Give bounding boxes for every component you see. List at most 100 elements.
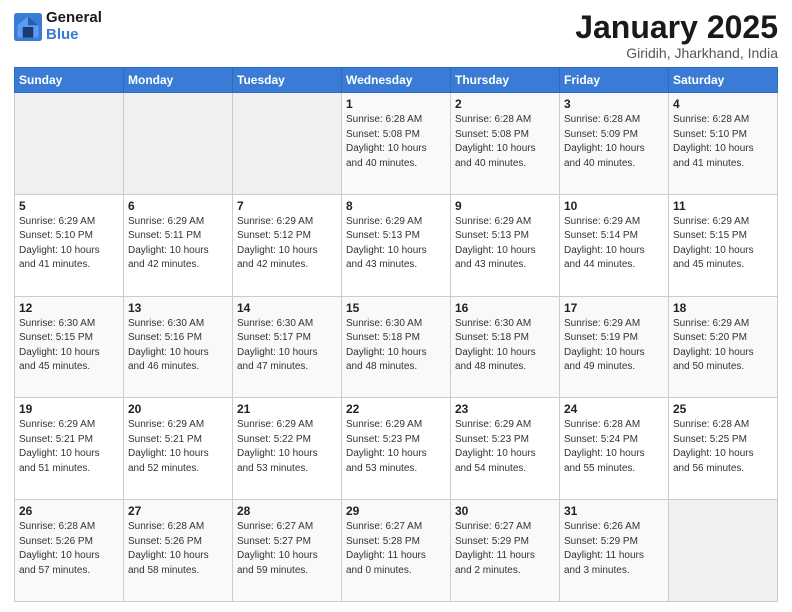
day-number: 20 bbox=[128, 402, 228, 416]
calendar-cell: 30 Sunrise: 6:27 AM Sunset: 5:29 PM Dayli… bbox=[451, 500, 560, 602]
day-number: 11 bbox=[673, 199, 773, 213]
calendar-cell: 11 Sunrise: 6:29 AM Sunset: 5:15 PM Dayli… bbox=[669, 194, 778, 296]
weekday-header-wednesday: Wednesday bbox=[342, 68, 451, 93]
day-number: 15 bbox=[346, 301, 446, 315]
day-info: Sunrise: 6:29 AM Sunset: 5:13 PM Dayligh… bbox=[455, 215, 555, 273]
day-number: 13 bbox=[128, 301, 228, 315]
day-number: 27 bbox=[128, 504, 228, 518]
day-info: Sunrise: 6:28 AM Sunset: 5:24 PM Dayligh… bbox=[564, 418, 664, 476]
day-info: Sunrise: 6:26 AM Sunset: 5:29 PM Dayligh… bbox=[564, 520, 664, 578]
day-info: Sunrise: 6:28 AM Sunset: 5:26 PM Dayligh… bbox=[128, 520, 228, 578]
calendar-cell bbox=[669, 500, 778, 602]
calendar-cell: 31 Sunrise: 6:26 AM Sunset: 5:29 PM Dayli… bbox=[560, 500, 669, 602]
day-info: Sunrise: 6:28 AM Sunset: 5:10 PM Dayligh… bbox=[673, 113, 773, 171]
calendar-cell: 19Sunrise: 6:29 AM Sunset: 5:21 PM Dayli… bbox=[15, 398, 124, 500]
day-number: 21 bbox=[237, 402, 337, 416]
day-number: 24 bbox=[564, 402, 664, 416]
day-info: Sunrise: 6:29 AM Sunset: 5:14 PM Dayligh… bbox=[564, 215, 664, 273]
calendar-cell: 10 Sunrise: 6:29 AM Sunset: 5:14 PM Dayli… bbox=[560, 194, 669, 296]
day-number: 19 bbox=[19, 402, 119, 416]
day-info: Sunrise: 6:29 AM Sunset: 5:23 PM Dayligh… bbox=[455, 418, 555, 476]
day-number: 7 bbox=[237, 199, 337, 213]
calendar-cell: 25 Sunrise: 6:28 AM Sunset: 5:25 PM Dayli… bbox=[669, 398, 778, 500]
day-number: 28 bbox=[237, 504, 337, 518]
calendar-cell: 28 Sunrise: 6:27 AM Sunset: 5:27 PM Dayli… bbox=[233, 500, 342, 602]
calendar-cell: 27 Sunrise: 6:28 AM Sunset: 5:26 PM Dayli… bbox=[124, 500, 233, 602]
day-number: 5 bbox=[19, 199, 119, 213]
calendar-week-row: 5 Sunrise: 6:29 AM Sunset: 5:10 PM Daylig… bbox=[15, 194, 778, 296]
calendar-week-row: 19 Sunrise: 6:29 AM Sunset: 5:21 PM Dayli… bbox=[15, 398, 778, 500]
calendar-cell: 6Sunrise: 6:29 AM Sunset: 5:11 PM Daylig… bbox=[124, 194, 233, 296]
day-info: Sunrise: 6:29 AM Sunset: 5:20 PM Dayligh… bbox=[673, 317, 773, 375]
calendar-cell bbox=[124, 93, 233, 195]
logo: General Blue bbox=[14, 10, 102, 43]
calendar-cell bbox=[15, 93, 124, 195]
logo-text-block: General Blue bbox=[46, 10, 102, 43]
calendar-cell: 5 Sunrise: 6:29 AM Sunset: 5:10 PM Daylig… bbox=[15, 194, 124, 296]
day-info: Sunrise: 6:28 AM Sunset: 5:09 PM Dayligh… bbox=[564, 113, 664, 171]
day-info: Sunrise: 6:28 AM Sunset: 5:25 PM Dayligh… bbox=[673, 418, 773, 476]
logo-blue: Blue bbox=[46, 26, 79, 43]
day-number: 18 bbox=[673, 301, 773, 315]
day-info: Sunrise: 6:29 AM Sunset: 5:11 PM Dayligh… bbox=[128, 215, 228, 273]
calendar-cell: 18 Sunrise: 6:29 AM Sunset: 5:20 PM Dayli… bbox=[669, 296, 778, 398]
calendar-cell: 9 Sunrise: 6:29 AM Sunset: 5:13 PM Daylig… bbox=[451, 194, 560, 296]
day-number: 25 bbox=[673, 402, 773, 416]
day-info: Sunrise: 6:29 AM Sunset: 5:12 PM Dayligh… bbox=[237, 215, 337, 273]
logo-icon bbox=[14, 13, 42, 41]
header: General Blue January 2025 Giridih, Jhark… bbox=[14, 10, 778, 61]
calendar-cell: 26Sunrise: 6:28 AM Sunset: 5:26 PM Dayli… bbox=[15, 500, 124, 602]
day-info: Sunrise: 6:27 AM Sunset: 5:27 PM Dayligh… bbox=[237, 520, 337, 578]
calendar-week-row: 12 Sunrise: 6:30 AM Sunset: 5:15 PM Dayli… bbox=[15, 296, 778, 398]
day-info: Sunrise: 6:29 AM Sunset: 5:23 PM Dayligh… bbox=[346, 418, 446, 476]
day-number: 16 bbox=[455, 301, 555, 315]
day-number: 23 bbox=[455, 402, 555, 416]
day-info: Sunrise: 6:29 AM Sunset: 5:13 PM Dayligh… bbox=[346, 215, 446, 273]
day-info: Sunrise: 6:30 AM Sunset: 5:18 PM Dayligh… bbox=[346, 317, 446, 375]
calendar-cell: 12 Sunrise: 6:30 AM Sunset: 5:15 PM Dayli… bbox=[15, 296, 124, 398]
calendar-cell: 29Sunrise: 6:27 AM Sunset: 5:28 PM Dayli… bbox=[342, 500, 451, 602]
day-number: 4 bbox=[673, 97, 773, 111]
calendar-cell: 14 Sunrise: 6:30 AM Sunset: 5:17 PM Dayli… bbox=[233, 296, 342, 398]
calendar-cell: 15 Sunrise: 6:30 AM Sunset: 5:18 PM Dayli… bbox=[342, 296, 451, 398]
calendar-page: General Blue January 2025 Giridih, Jhark… bbox=[0, 0, 792, 612]
calendar-cell: 3 Sunrise: 6:28 AM Sunset: 5:09 PM Daylig… bbox=[560, 93, 669, 195]
day-info: Sunrise: 6:30 AM Sunset: 5:17 PM Dayligh… bbox=[237, 317, 337, 375]
day-info: Sunrise: 6:29 AM Sunset: 5:15 PM Dayligh… bbox=[673, 215, 773, 273]
calendar-cell: 23 Sunrise: 6:29 AM Sunset: 5:23 PM Dayli… bbox=[451, 398, 560, 500]
day-info: Sunrise: 6:28 AM Sunset: 5:26 PM Dayligh… bbox=[19, 520, 119, 578]
calendar-cell: 21 Sunrise: 6:29 AM Sunset: 5:22 PM Dayli… bbox=[233, 398, 342, 500]
calendar-subtitle: Giridih, Jharkhand, India bbox=[575, 45, 778, 61]
day-info: Sunrise: 6:29 AM Sunset: 5:19 PM Dayligh… bbox=[564, 317, 664, 375]
day-number: 30 bbox=[455, 504, 555, 518]
day-number: 31 bbox=[564, 504, 664, 518]
day-number: 9 bbox=[455, 199, 555, 213]
day-number: 22 bbox=[346, 402, 446, 416]
weekday-header-tuesday: Tuesday bbox=[233, 68, 342, 93]
logo-general: General bbox=[46, 9, 102, 26]
day-number: 14 bbox=[237, 301, 337, 315]
day-number: 8 bbox=[346, 199, 446, 213]
day-number: 3 bbox=[564, 97, 664, 111]
day-number: 2 bbox=[455, 97, 555, 111]
day-info: Sunrise: 6:30 AM Sunset: 5:18 PM Dayligh… bbox=[455, 317, 555, 375]
calendar-cell: 17Sunrise: 6:29 AM Sunset: 5:19 PM Dayli… bbox=[560, 296, 669, 398]
calendar-cell: 8 Sunrise: 6:29 AM Sunset: 5:13 PM Daylig… bbox=[342, 194, 451, 296]
calendar-title: January 2025 bbox=[575, 10, 778, 45]
day-info: Sunrise: 6:28 AM Sunset: 5:08 PM Dayligh… bbox=[346, 113, 446, 171]
calendar-cell: 1 Sunrise: 6:28 AM Sunset: 5:08 PM Daylig… bbox=[342, 93, 451, 195]
day-number: 1 bbox=[346, 97, 446, 111]
calendar-cell: 16 Sunrise: 6:30 AM Sunset: 5:18 PM Dayli… bbox=[451, 296, 560, 398]
calendar-week-row: 1 Sunrise: 6:28 AM Sunset: 5:08 PM Daylig… bbox=[15, 93, 778, 195]
day-number: 10 bbox=[564, 199, 664, 213]
day-info: Sunrise: 6:29 AM Sunset: 5:21 PM Dayligh… bbox=[128, 418, 228, 476]
day-number: 12 bbox=[19, 301, 119, 315]
day-info: Sunrise: 6:29 AM Sunset: 5:10 PM Dayligh… bbox=[19, 215, 119, 273]
weekday-header-thursday: Thursday bbox=[451, 68, 560, 93]
day-number: 29 bbox=[346, 504, 446, 518]
day-info: Sunrise: 6:29 AM Sunset: 5:22 PM Dayligh… bbox=[237, 418, 337, 476]
day-info: Sunrise: 6:30 AM Sunset: 5:15 PM Dayligh… bbox=[19, 317, 119, 375]
calendar-cell: 13Sunrise: 6:30 AM Sunset: 5:16 PM Dayli… bbox=[124, 296, 233, 398]
day-info: Sunrise: 6:27 AM Sunset: 5:29 PM Dayligh… bbox=[455, 520, 555, 578]
weekday-header-friday: Friday bbox=[560, 68, 669, 93]
